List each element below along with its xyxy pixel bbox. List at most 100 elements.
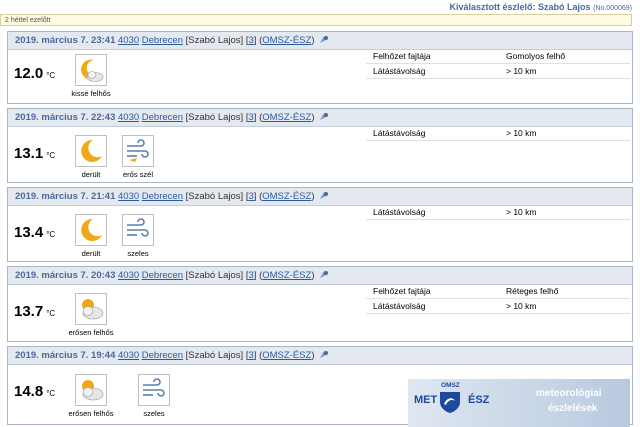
count-bracket-close: ] [253, 350, 257, 361]
property-name: Látástávolság [373, 128, 426, 138]
city-link[interactable]: Debrecen [142, 350, 183, 361]
moon-cloud-icon [81, 59, 104, 82]
map-pin-icon[interactable] [319, 270, 330, 279]
observer-name: [Szabó Lajos] [185, 112, 244, 123]
zip-link[interactable]: 4030 [118, 191, 139, 202]
count-bracket-close: ] [253, 191, 257, 202]
weather-icon-tile: derült [67, 135, 115, 179]
city-link[interactable]: Debrecen [142, 191, 183, 202]
weather-icon-label: kissé felhős [71, 89, 111, 98]
weather-icon-label: derült [81, 249, 101, 258]
met-esz-logo-banner[interactable]: MET OMSZ ÉSZ meteorológiai észlelések [408, 379, 630, 427]
property-value: Réteges felhő [506, 286, 559, 296]
property-name: Látástávolság [373, 66, 426, 76]
omsz-shield-icon [440, 392, 460, 413]
logo-title-line1: meteorológiai [536, 388, 602, 399]
weather-icon-label: szeles [143, 409, 165, 418]
observer-id: (No.000069) [593, 5, 632, 12]
weather-icon-label: derült [81, 170, 101, 179]
weather-icon-tile: derült [67, 214, 115, 258]
wind-icon [143, 378, 165, 397]
property-name: Látástávolság [373, 207, 426, 217]
observation-card: 2019. március 7. 23:41 4030 Debrecen [Sz… [7, 31, 633, 104]
temperature-value: 13.7 [14, 303, 44, 320]
observation-properties: Látástávolság > 10 km [366, 205, 630, 220]
network-link[interactable]: OMSZ-ÉSZ [262, 112, 311, 123]
weather-icon-label: erősen felhős [68, 328, 114, 337]
zip-link[interactable]: 4030 [118, 112, 139, 123]
moon-icon [81, 139, 102, 162]
moon-icon [81, 218, 102, 241]
count-bracket-close: ] [253, 112, 257, 123]
network-link[interactable]: OMSZ-ÉSZ [262, 350, 311, 361]
temperature-unit: °C [46, 309, 56, 318]
temperature-value: 13.4 [14, 224, 44, 241]
property-row: Felhőzet fajtája Réteges felhő [366, 284, 630, 299]
observation-header: 2019. március 7. 22:43 4030 Debrecen [Sz… [8, 109, 632, 127]
temperature: 12.0 °C [14, 65, 55, 82]
observer-name: [Szabó Lajos] [185, 191, 244, 202]
property-name: Felhőzet fajtája [373, 51, 431, 61]
network-paren-close: ) [311, 270, 315, 281]
observation-header: 2019. március 7. 21:41 4030 Debrecen [Sz… [8, 188, 632, 206]
logo-title-line2: észlelések [548, 403, 598, 414]
temperature-unit: °C [46, 389, 56, 398]
observation-date: 2019. március 7. 20:43 [15, 270, 116, 281]
logo-met-text: MET [414, 394, 438, 406]
map-pin-icon[interactable] [319, 112, 330, 121]
map-pin-icon[interactable] [319, 191, 330, 200]
weather-icon-label: erős szél [122, 170, 153, 179]
property-value: > 10 km [506, 301, 537, 311]
property-row: Látástávolság > 10 km [366, 299, 630, 314]
logo-esz-text: ÉSZ [468, 394, 490, 406]
weather-icon-label: szeles [127, 249, 149, 258]
weather-icon-tile: szeles [130, 374, 178, 418]
observer-title-text: Kiválasztott észlelő: Szabó Lajos [449, 2, 591, 12]
temperature-unit: °C [46, 71, 56, 80]
property-value: Gomolyos felhő [506, 51, 566, 61]
network-paren-close: ) [311, 191, 315, 202]
weather-icon-label: erősen felhős [68, 409, 114, 418]
temperature-value: 12.0 [14, 65, 44, 82]
temperature-value: 13.1 [14, 145, 44, 162]
property-row: Látástávolság > 10 km [366, 126, 630, 141]
property-value: > 10 km [506, 207, 537, 217]
age-separator: 2 héttel ezelőtt [0, 14, 632, 26]
count-bracket-close: ] [253, 270, 257, 281]
temperature-unit: °C [46, 230, 56, 239]
observation-properties: Felhőzet fajtája Gomolyos felhő Látástávo… [366, 49, 630, 79]
observation-date: 2019. március 7. 19:44 [15, 350, 116, 361]
selected-observer-title: Kiválasztott észlelő: Szabó Lajos (No.00… [450, 2, 632, 12]
observation-header: 2019. március 7. 19:44 4030 Debrecen [Sz… [8, 347, 632, 365]
property-value: > 10 km [506, 66, 537, 76]
observation-card: 2019. március 7. 21:41 4030 Debrecen [Sz… [7, 187, 633, 262]
zip-link[interactable]: 4030 [118, 270, 139, 281]
observation-header: 2019. március 7. 20:43 4030 Debrecen [Sz… [8, 267, 632, 285]
network-link[interactable]: OMSZ-ÉSZ [262, 191, 311, 202]
temperature: 14.8 °C [14, 383, 55, 400]
weather-icon-tile: szeles [114, 214, 162, 258]
observation-properties: Felhőzet fajtája Réteges felhő Látástávol… [366, 284, 630, 314]
weather-icon-tile: erős szél [114, 135, 162, 179]
network-link[interactable]: OMSZ-ÉSZ [262, 35, 311, 46]
mostly-cloudy-icon [82, 299, 104, 320]
property-name: Látástávolság [373, 301, 426, 311]
network-paren-close: ) [311, 112, 315, 123]
city-link[interactable]: Debrecen [142, 112, 183, 123]
zip-link[interactable]: 4030 [118, 35, 139, 46]
map-pin-icon[interactable] [319, 35, 330, 44]
observation-date: 2019. március 7. 21:41 [15, 191, 116, 202]
map-pin-icon[interactable] [319, 350, 330, 359]
property-name: Felhőzet fajtája [373, 286, 431, 296]
network-link[interactable]: OMSZ-ÉSZ [262, 270, 311, 281]
city-link[interactable]: Debrecen [142, 35, 183, 46]
observation-card: 2019. március 7. 20:43 4030 Debrecen [Sz… [7, 266, 633, 342]
observation-date: 2019. március 7. 22:43 [15, 112, 116, 123]
observation-properties: Látástávolság > 10 km [366, 126, 630, 141]
temperature-unit: °C [46, 151, 56, 160]
city-link[interactable]: Debrecen [142, 270, 183, 281]
property-row: Felhőzet fajtája Gomolyos felhő [366, 49, 630, 64]
zip-link[interactable]: 4030 [118, 350, 139, 361]
temperature: 13.4 °C [14, 224, 55, 241]
observer-name: [Szabó Lajos] [185, 350, 244, 361]
